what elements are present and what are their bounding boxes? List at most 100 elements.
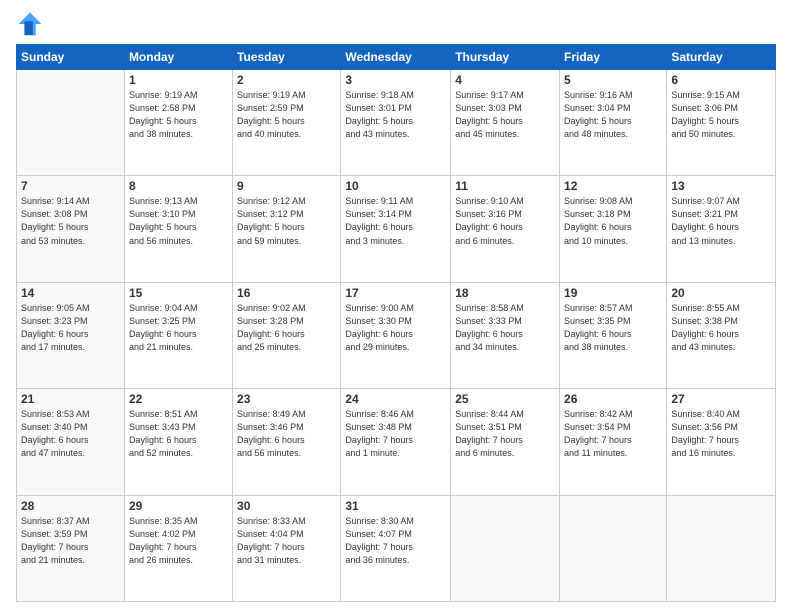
day-cell: 21 Sunrise: 8:53 AM Sunset: 3:40 PM Dayli…: [17, 389, 125, 495]
col-header-sunday: Sunday: [17, 45, 125, 70]
col-header-monday: Monday: [124, 45, 232, 70]
week-row-2: 14 Sunrise: 9:05 AM Sunset: 3:23 PM Dayli…: [17, 282, 776, 388]
week-row-3: 21 Sunrise: 8:53 AM Sunset: 3:40 PM Dayli…: [17, 389, 776, 495]
day-info: Sunrise: 8:46 AM Sunset: 3:48 PM Dayligh…: [345, 408, 446, 460]
day-cell: 17 Sunrise: 9:00 AM Sunset: 3:30 PM Dayli…: [341, 282, 451, 388]
day-cell: 10 Sunrise: 9:11 AM Sunset: 3:14 PM Dayli…: [341, 176, 451, 282]
day-cell: 26 Sunrise: 8:42 AM Sunset: 3:54 PM Dayli…: [560, 389, 667, 495]
day-info: Sunrise: 8:30 AM Sunset: 4:07 PM Dayligh…: [345, 515, 446, 567]
day-cell: 30 Sunrise: 8:33 AM Sunset: 4:04 PM Dayli…: [233, 495, 341, 601]
day-info: Sunrise: 8:40 AM Sunset: 3:56 PM Dayligh…: [671, 408, 771, 460]
day-info: Sunrise: 9:11 AM Sunset: 3:14 PM Dayligh…: [345, 195, 446, 247]
day-cell: 24 Sunrise: 8:46 AM Sunset: 3:48 PM Dayli…: [341, 389, 451, 495]
day-info: Sunrise: 9:18 AM Sunset: 3:01 PM Dayligh…: [345, 89, 446, 141]
day-number: 18: [455, 286, 555, 300]
day-cell: 25 Sunrise: 8:44 AM Sunset: 3:51 PM Dayli…: [451, 389, 560, 495]
day-number: 29: [129, 499, 228, 513]
day-number: 19: [564, 286, 662, 300]
day-cell: 12Sunrise: 9:08 AM Sunset: 3:18 PM Dayli…: [560, 176, 667, 282]
day-cell: 18 Sunrise: 8:58 AM Sunset: 3:33 PM Dayli…: [451, 282, 560, 388]
day-cell: [17, 70, 125, 176]
day-info: Sunrise: 8:37 AM Sunset: 3:59 PM Dayligh…: [21, 515, 120, 567]
week-row-4: 28 Sunrise: 8:37 AM Sunset: 3:59 PM Dayli…: [17, 495, 776, 601]
day-cell: [451, 495, 560, 601]
week-row-1: 7Sunrise: 9:14 AM Sunset: 3:08 PM Daylig…: [17, 176, 776, 282]
day-cell: 22 Sunrise: 8:51 AM Sunset: 3:43 PM Dayli…: [124, 389, 232, 495]
day-number: 26: [564, 392, 662, 406]
day-number: 12: [564, 179, 662, 193]
day-number: 11: [455, 179, 555, 193]
day-info: Sunrise: 8:57 AM Sunset: 3:35 PM Dayligh…: [564, 302, 662, 354]
day-number: 20: [671, 286, 771, 300]
calendar-header-row: SundayMondayTuesdayWednesdayThursdayFrid…: [17, 45, 776, 70]
day-number: 28: [21, 499, 120, 513]
day-info: Sunrise: 9:17 AM Sunset: 3:03 PM Dayligh…: [455, 89, 555, 141]
day-number: 4: [455, 73, 555, 87]
day-number: 23: [237, 392, 336, 406]
day-cell: 13 Sunrise: 9:07 AM Sunset: 3:21 PM Dayli…: [667, 176, 776, 282]
logo-icon: [16, 10, 44, 38]
day-number: 10: [345, 179, 446, 193]
day-cell: 2 Sunrise: 9:19 AM Sunset: 2:59 PM Daylig…: [233, 70, 341, 176]
day-number: 24: [345, 392, 446, 406]
day-number: 15: [129, 286, 228, 300]
day-cell: 19 Sunrise: 8:57 AM Sunset: 3:35 PM Dayli…: [560, 282, 667, 388]
day-info: Sunrise: 8:35 AM Sunset: 4:02 PM Dayligh…: [129, 515, 228, 567]
day-cell: 15 Sunrise: 9:04 AM Sunset: 3:25 PM Dayli…: [124, 282, 232, 388]
day-cell: 8Sunrise: 9:13 AM Sunset: 3:10 PM Daylig…: [124, 176, 232, 282]
calendar-table: SundayMondayTuesdayWednesdayThursdayFrid…: [16, 44, 776, 602]
day-number: 9: [237, 179, 336, 193]
day-number: 21: [21, 392, 120, 406]
day-number: 31: [345, 499, 446, 513]
day-cell: 7Sunrise: 9:14 AM Sunset: 3:08 PM Daylig…: [17, 176, 125, 282]
day-number: 2: [237, 73, 336, 87]
day-number: 30: [237, 499, 336, 513]
day-number: 1: [129, 73, 228, 87]
day-info: Sunrise: 9:00 AM Sunset: 3:30 PM Dayligh…: [345, 302, 446, 354]
day-cell: 29 Sunrise: 8:35 AM Sunset: 4:02 PM Dayli…: [124, 495, 232, 601]
day-cell: 3 Sunrise: 9:18 AM Sunset: 3:01 PM Daylig…: [341, 70, 451, 176]
day-number: 6: [671, 73, 771, 87]
day-info: Sunrise: 8:33 AM Sunset: 4:04 PM Dayligh…: [237, 515, 336, 567]
day-number: 3: [345, 73, 446, 87]
day-info: Sunrise: 8:51 AM Sunset: 3:43 PM Dayligh…: [129, 408, 228, 460]
day-number: 22: [129, 392, 228, 406]
day-number: 17: [345, 286, 446, 300]
col-header-thursday: Thursday: [451, 45, 560, 70]
page: SundayMondayTuesdayWednesdayThursdayFrid…: [0, 0, 792, 612]
day-cell: 9 Sunrise: 9:12 AM Sunset: 3:12 PM Daylig…: [233, 176, 341, 282]
day-number: 25: [455, 392, 555, 406]
day-cell: 20Sunrise: 8:55 AM Sunset: 3:38 PM Dayli…: [667, 282, 776, 388]
day-cell: 4 Sunrise: 9:17 AM Sunset: 3:03 PM Daylig…: [451, 70, 560, 176]
day-info: Sunrise: 9:07 AM Sunset: 3:21 PM Dayligh…: [671, 195, 771, 247]
day-info: Sunrise: 8:42 AM Sunset: 3:54 PM Dayligh…: [564, 408, 662, 460]
day-cell: 1Sunrise: 9:19 AM Sunset: 2:58 PM Daylig…: [124, 70, 232, 176]
day-info: Sunrise: 8:44 AM Sunset: 3:51 PM Dayligh…: [455, 408, 555, 460]
day-info: Sunrise: 9:04 AM Sunset: 3:25 PM Dayligh…: [129, 302, 228, 354]
day-info: Sunrise: 9:12 AM Sunset: 3:12 PM Dayligh…: [237, 195, 336, 247]
day-cell: 28 Sunrise: 8:37 AM Sunset: 3:59 PM Dayli…: [17, 495, 125, 601]
day-info: Sunrise: 9:13 AM Sunset: 3:10 PM Dayligh…: [129, 195, 228, 247]
day-info: Sunrise: 8:53 AM Sunset: 3:40 PM Dayligh…: [21, 408, 120, 460]
day-cell: 5 Sunrise: 9:16 AM Sunset: 3:04 PM Daylig…: [560, 70, 667, 176]
day-number: 7: [21, 179, 120, 193]
day-info: Sunrise: 9:16 AM Sunset: 3:04 PM Dayligh…: [564, 89, 662, 141]
day-number: 5: [564, 73, 662, 87]
day-info: Sunrise: 8:58 AM Sunset: 3:33 PM Dayligh…: [455, 302, 555, 354]
day-info: Sunrise: 9:15 AM Sunset: 3:06 PM Dayligh…: [671, 89, 771, 141]
day-cell: 6 Sunrise: 9:15 AM Sunset: 3:06 PM Daylig…: [667, 70, 776, 176]
day-info: Sunrise: 9:05 AM Sunset: 3:23 PM Dayligh…: [21, 302, 120, 354]
day-info: Sunrise: 9:19 AM Sunset: 2:59 PM Dayligh…: [237, 89, 336, 141]
header: [16, 10, 776, 38]
day-number: 16: [237, 286, 336, 300]
day-info: Sunrise: 9:10 AM Sunset: 3:16 PM Dayligh…: [455, 195, 555, 247]
col-header-wednesday: Wednesday: [341, 45, 451, 70]
day-number: 14: [21, 286, 120, 300]
day-cell: [560, 495, 667, 601]
day-info: Sunrise: 9:02 AM Sunset: 3:28 PM Dayligh…: [237, 302, 336, 354]
day-cell: [667, 495, 776, 601]
day-info: Sunrise: 8:49 AM Sunset: 3:46 PM Dayligh…: [237, 408, 336, 460]
day-cell: 23 Sunrise: 8:49 AM Sunset: 3:46 PM Dayli…: [233, 389, 341, 495]
day-number: 13: [671, 179, 771, 193]
col-header-saturday: Saturday: [667, 45, 776, 70]
